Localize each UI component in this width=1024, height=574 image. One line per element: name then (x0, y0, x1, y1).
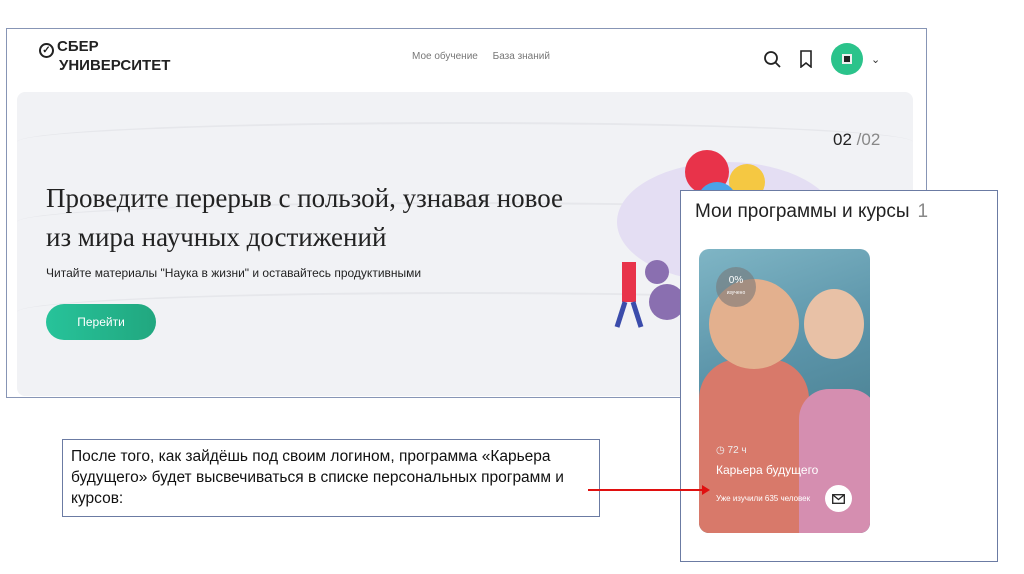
progress-badge: 0% изучено (716, 267, 756, 307)
card-photo (804, 289, 864, 359)
instruction-note: После того, как зайдёшь под своим логино… (62, 439, 600, 517)
header-actions: ⌄ (763, 43, 880, 75)
nav-knowledge-base[interactable]: База знаний (493, 51, 550, 62)
search-icon[interactable] (763, 50, 781, 68)
mail-icon (832, 493, 845, 504)
logo-text-2: УНИВЕРСИТЕТ (59, 57, 171, 74)
sber-university-logo[interactable]: ✓ СБЕР УНИВЕРСИТЕТ (39, 39, 170, 74)
chevron-down-icon[interactable]: ⌄ (871, 53, 880, 66)
main-nav: Мое обучение База знаний (412, 51, 562, 62)
nav-my-learning[interactable]: Мое обучение (412, 51, 478, 62)
pointer-arrow (588, 485, 710, 495)
programs-count: 1 (917, 201, 929, 222)
banner-title: Проведите перерыв с пользой, узнавая нов… (46, 183, 564, 252)
learned-count: Уже изучили 635 человек (716, 494, 811, 503)
program-name: Карьера будущего (716, 463, 819, 477)
programs-title: Мои программы и курсы 1 (695, 201, 929, 222)
avatar-image-icon (842, 54, 852, 64)
bookmark-icon[interactable] (799, 50, 813, 68)
program-card[interactable]: 0% изучено ◷ 72 ч Карьера будущего Уже из… (699, 249, 870, 533)
banner-subtitle: Читайте материалы "Наука в жизни" и оста… (46, 266, 422, 280)
go-button[interactable]: Перейти (46, 304, 156, 340)
program-duration: ◷ 72 ч (716, 445, 747, 456)
logo-text-1: СБЕР (57, 38, 99, 55)
avatar[interactable] (831, 43, 863, 75)
clock-icon: ◷ (716, 445, 725, 456)
my-programs-panel: Мои программы и курсы 1 0% изучено ◷ 72 ч … (680, 190, 998, 562)
mail-button[interactable] (825, 485, 852, 512)
check-logo-icon: ✓ (39, 43, 54, 58)
